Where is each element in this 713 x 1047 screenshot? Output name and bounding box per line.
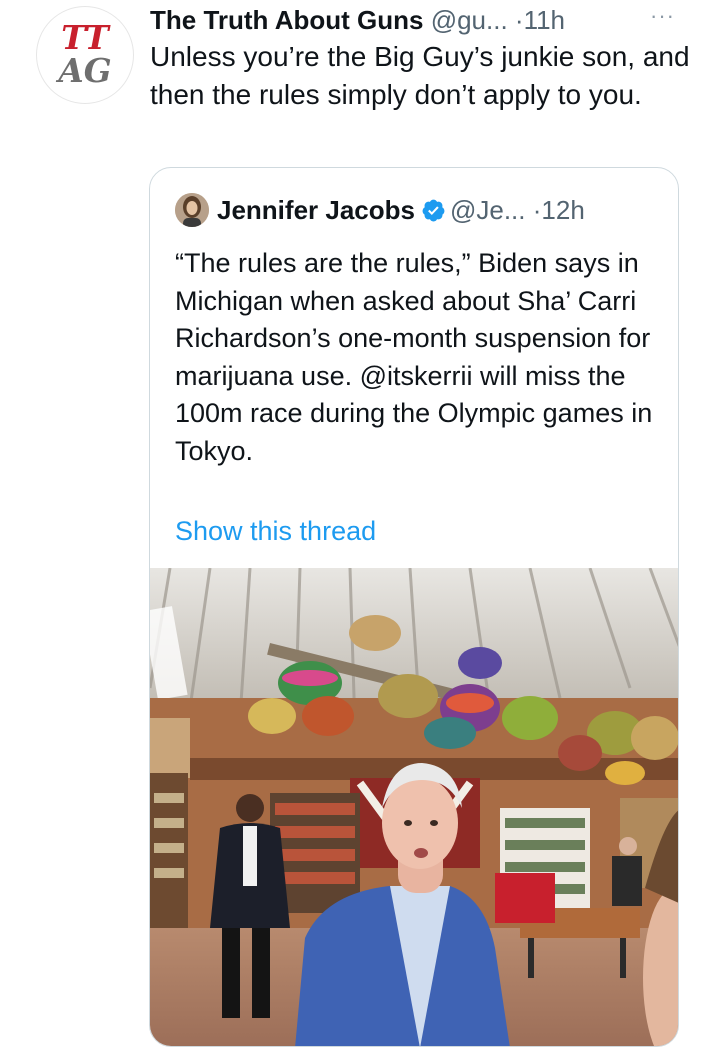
more-options-icon[interactable]: ···: [650, 5, 680, 30]
verified-badge-icon: [422, 199, 445, 222]
quoted-tweet-card[interactable]: Jennifer Jacobs @Je... ·12h “The rules ar…: [149, 167, 679, 1047]
store-scene-image: [150, 568, 678, 1046]
quoted-tweet-photo[interactable]: [150, 568, 678, 1046]
show-thread-link[interactable]: Show this thread: [175, 513, 376, 549]
quoted-tweet-header: Jennifer Jacobs @Je... ·12h: [217, 192, 677, 228]
svg-text:AG: AG: [55, 51, 111, 90]
tweet-header: The Truth About Guns @gu... ·11h: [150, 4, 690, 36]
quoted-tweet-time[interactable]: 12h: [541, 195, 584, 225]
tweet-text: Unless you’re the Big Guy’s junkie son, …: [150, 41, 690, 110]
separator-dot: ·: [507, 5, 524, 35]
quoted-author-avatar[interactable]: [175, 193, 209, 227]
quoted-separator-dot: ·: [525, 195, 542, 225]
quoted-tweet-text: “The rules are the rules,” Biden says in…: [175, 248, 653, 466]
quoted-author-handle[interactable]: @Je...: [450, 195, 526, 225]
tweet-time[interactable]: 11h: [524, 5, 565, 35]
author-name[interactable]: The Truth About Guns: [150, 5, 423, 35]
author-handle[interactable]: @gu...: [431, 5, 508, 35]
author-avatar[interactable]: TT AG: [36, 6, 134, 104]
ttag-logo-icon: TT AG: [55, 18, 111, 90]
quoted-author-name[interactable]: Jennifer Jacobs: [217, 195, 415, 225]
